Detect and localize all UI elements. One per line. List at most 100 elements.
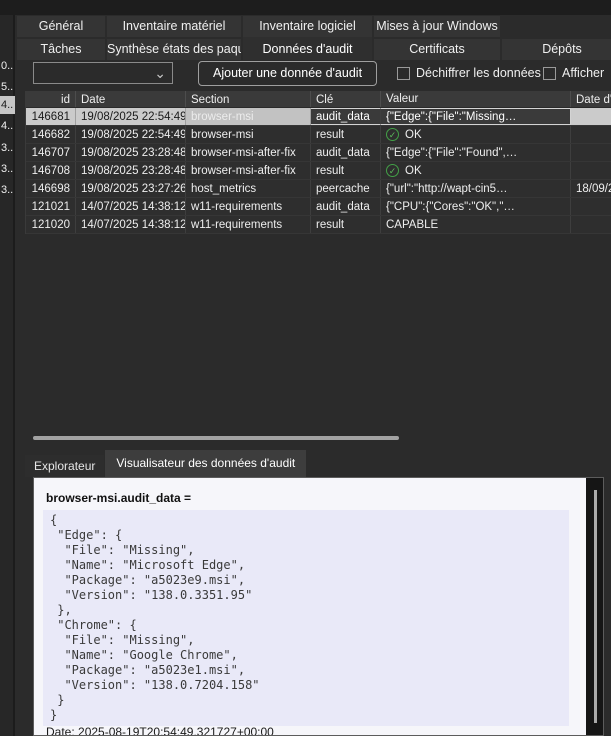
column-header-cle[interactable]: Clé <box>311 91 381 107</box>
scrollbar-thumb[interactable] <box>33 436 399 440</box>
cell-valeur[interactable]: {"Edge":{"File":"Found",… <box>381 144 571 161</box>
table-row[interactable]: 146708 19/08/2025 23:28:48 browser-msi-a… <box>26 162 611 180</box>
audit-date-line: Date: 2025-08-19T20:54:49.321727+00:00 <box>46 725 274 736</box>
tab-depots[interactable]: Dépôts <box>502 39 611 60</box>
host-list-item[interactable]: 3.. <box>0 181 15 199</box>
host-list-item-selected[interactable]: 4.. <box>0 96 15 114</box>
cell-date[interactable]: 19/08/2025 22:54:49 <box>76 126 186 143</box>
bottom-tab-strip: Explorateur Visualisateur des données d'… <box>25 450 306 477</box>
cell-section[interactable]: w11-requirements <box>186 198 311 215</box>
table-row[interactable]: 121021 14/07/2025 14:38:12 w11-requireme… <box>26 198 611 216</box>
cell-valeur-text: OK <box>405 126 422 143</box>
cell-date-expiration[interactable] <box>571 162 611 179</box>
tab-taches[interactable]: Tâches <box>17 39 105 60</box>
table-row[interactable]: 121020 14/07/2025 14:38:12 w11-requireme… <box>26 216 611 234</box>
tab-mises-a-jour-windows[interactable]: Mises à jour Windows <box>374 16 500 37</box>
cell-cle[interactable]: audit_data <box>311 108 381 125</box>
cell-date-expiration[interactable] <box>571 108 611 125</box>
cell-date-expiration[interactable] <box>571 198 611 215</box>
tab-inventaire-logiciel[interactable]: Inventaire logiciel <box>243 16 372 37</box>
cell-section[interactable]: browser-msi-after-fix <box>186 144 311 161</box>
cell-section[interactable]: browser-msi-after-fix <box>186 162 311 179</box>
add-audit-data-button[interactable]: Ajouter une donnée d'audit <box>198 61 377 86</box>
cell-date[interactable]: 14/07/2025 14:38:12 <box>76 216 186 233</box>
cell-id[interactable]: 121020 <box>26 216 76 233</box>
host-list-item[interactable]: 3.. <box>0 160 15 178</box>
tab-strip-row2: Tâches Synthèse états des paquets Donnée… <box>17 39 611 60</box>
column-header-date[interactable]: Date <box>76 91 186 107</box>
checkbox-box-icon[interactable] <box>543 67 556 80</box>
cell-valeur[interactable]: {"url":"http://wapt-cin5… <box>381 180 571 197</box>
show-checkbox[interactable]: Afficher <box>543 64 611 82</box>
cell-valeur-text: {"CPU":{"Cores":"OK","… <box>386 198 515 215</box>
cell-id[interactable]: 146708 <box>26 162 76 179</box>
tab-synthese-etats-paquets[interactable]: Synthèse états des paquets <box>107 39 241 60</box>
cell-valeur-text: {"url":"http://wapt-cin5… <box>386 180 508 197</box>
host-list-item[interactable]: 3.. <box>0 139 15 157</box>
cell-cle[interactable]: result <box>311 216 381 233</box>
tab-visualisateur-donnees-audit[interactable]: Visualisateur des données d'audit <box>105 450 306 477</box>
cell-valeur-text: {"Edge":{"File":"Found",… <box>386 144 517 161</box>
viewer-vertical-scrollbar[interactable] <box>586 478 603 735</box>
cell-date-expiration[interactable]: 18/09/2025 <box>571 180 611 197</box>
host-list-item[interactable]: 5.. <box>0 78 15 96</box>
cell-valeur[interactable]: {"CPU":{"Cores":"OK","… <box>381 198 571 215</box>
host-list-item[interactable]: 4.. <box>0 117 15 135</box>
cell-id[interactable]: 121021 <box>26 198 76 215</box>
host-list-item[interactable]: 0.. <box>0 57 15 75</box>
json-code-text: { "Edge": { "File": "Missing", "Name": "… <box>50 513 562 723</box>
cell-cle[interactable]: result <box>311 162 381 179</box>
cell-section[interactable]: browser-msi <box>186 108 311 125</box>
cell-section[interactable]: browser-msi <box>186 126 311 143</box>
decrypt-checkbox-label: Déchiffrer les données <box>416 66 541 80</box>
audit-data-viewer-panel: browser-msi.audit_data = { "Edge": { "Fi… <box>33 477 604 736</box>
table-row-selected[interactable]: 146681 19/08/2025 22:54:49 browser-msi a… <box>26 108 611 126</box>
table-row[interactable]: 146682 19/08/2025 22:54:49 browser-msi r… <box>26 126 611 144</box>
checkbox-box-icon[interactable] <box>397 67 410 80</box>
viewer-title: browser-msi.audit_data = <box>46 491 191 505</box>
cell-date-expiration[interactable] <box>571 126 611 143</box>
cell-valeur-text: CAPABLE <box>386 216 438 233</box>
host-list-sliver[interactable]: 0.. 5.. 4.. 4.. 3.. 3.. 3.. <box>0 15 15 736</box>
show-checkbox-label: Afficher <box>562 66 604 80</box>
chevron-down-icon: ⌄ <box>154 64 166 82</box>
tab-inventaire-materiel[interactable]: Inventaire matériel <box>107 16 241 37</box>
grid-horizontal-scrollbar[interactable] <box>25 432 611 443</box>
column-header-section[interactable]: Section <box>186 91 311 107</box>
audit-section-combobox[interactable]: ⌄ <box>33 62 173 84</box>
cell-valeur[interactable]: ✓OK <box>381 162 571 179</box>
cell-id[interactable]: 146707 <box>26 144 76 161</box>
cell-cle[interactable]: result <box>311 126 381 143</box>
cell-valeur[interactable]: {"Edge":{"File":"Missing… <box>381 108 571 125</box>
cell-section[interactable]: w11-requirements <box>186 216 311 233</box>
cell-valeur[interactable]: ✓OK <box>381 126 571 143</box>
cell-id[interactable]: 146681 <box>26 108 76 125</box>
cell-cle[interactable]: peercache <box>311 180 381 197</box>
cell-id[interactable]: 146698 <box>26 180 76 197</box>
table-row[interactable]: 146707 19/08/2025 23:28:48 browser-msi-a… <box>26 144 611 162</box>
cell-date[interactable]: 19/08/2025 23:28:48 <box>76 162 186 179</box>
cell-date[interactable]: 19/08/2025 22:54:49 <box>76 108 186 125</box>
cell-date-expiration[interactable] <box>571 216 611 233</box>
scrollbar-thumb[interactable] <box>594 490 597 723</box>
decrypt-data-checkbox[interactable]: Déchiffrer les données <box>397 64 541 82</box>
cell-date[interactable]: 19/08/2025 23:28:48 <box>76 144 186 161</box>
column-header-date-expiration[interactable]: Date d'expiration <box>571 91 611 107</box>
cell-valeur[interactable]: CAPABLE <box>381 216 571 233</box>
tab-certificats[interactable]: Certificats <box>374 39 500 60</box>
audit-data-grid[interactable]: id Date Section Clé Valeur Date d'expira… <box>25 91 611 234</box>
cell-section[interactable]: host_metrics <box>186 180 311 197</box>
tab-explorateur[interactable]: Explorateur <box>25 455 104 477</box>
column-header-id[interactable]: id <box>26 91 76 107</box>
cell-date-expiration[interactable] <box>571 144 611 161</box>
cell-cle[interactable]: audit_data <box>311 144 381 161</box>
table-row[interactable]: 146698 19/08/2025 23:27:26 host_metrics … <box>26 180 611 198</box>
cell-cle[interactable]: audit_data <box>311 198 381 215</box>
tab-general[interactable]: Général <box>17 16 105 37</box>
column-header-valeur[interactable]: Valeur <box>381 91 571 107</box>
cell-date[interactable]: 19/08/2025 23:27:26 <box>76 180 186 197</box>
cell-date[interactable]: 14/07/2025 14:38:12 <box>76 198 186 215</box>
tab-donnees-audit[interactable]: Données d'audit <box>243 37 372 60</box>
cell-id[interactable]: 146682 <box>26 126 76 143</box>
grid-header-row: id Date Section Clé Valeur Date d'expira… <box>26 91 611 108</box>
